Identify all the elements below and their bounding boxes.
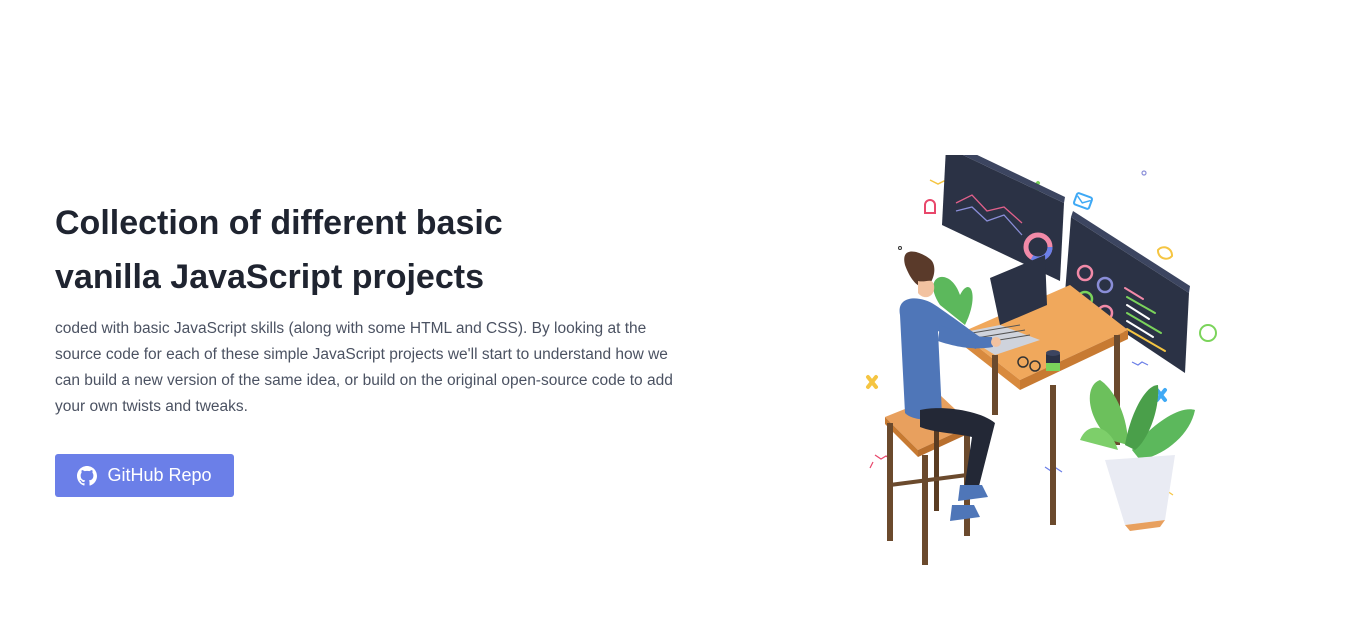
github-repo-button[interactable]: GitHub Repo [55,454,234,497]
hero-section: Collection of different basic vanilla Ja… [0,0,1349,625]
github-icon [77,465,98,486]
hero-text-block: Collection of different basic vanilla Ja… [55,196,695,420]
dashboard-screen-left [942,141,1065,281]
coffee-mug [1046,350,1060,371]
hero-description: coded with basic JavaScript skills (alon… [55,320,673,415]
plant-right [1080,380,1195,531]
page-title: Collection of different basic vanilla Ja… [55,204,503,296]
developer-illustration [860,141,1235,575]
github-repo-button-label: GitHub Repo [107,465,212,485]
